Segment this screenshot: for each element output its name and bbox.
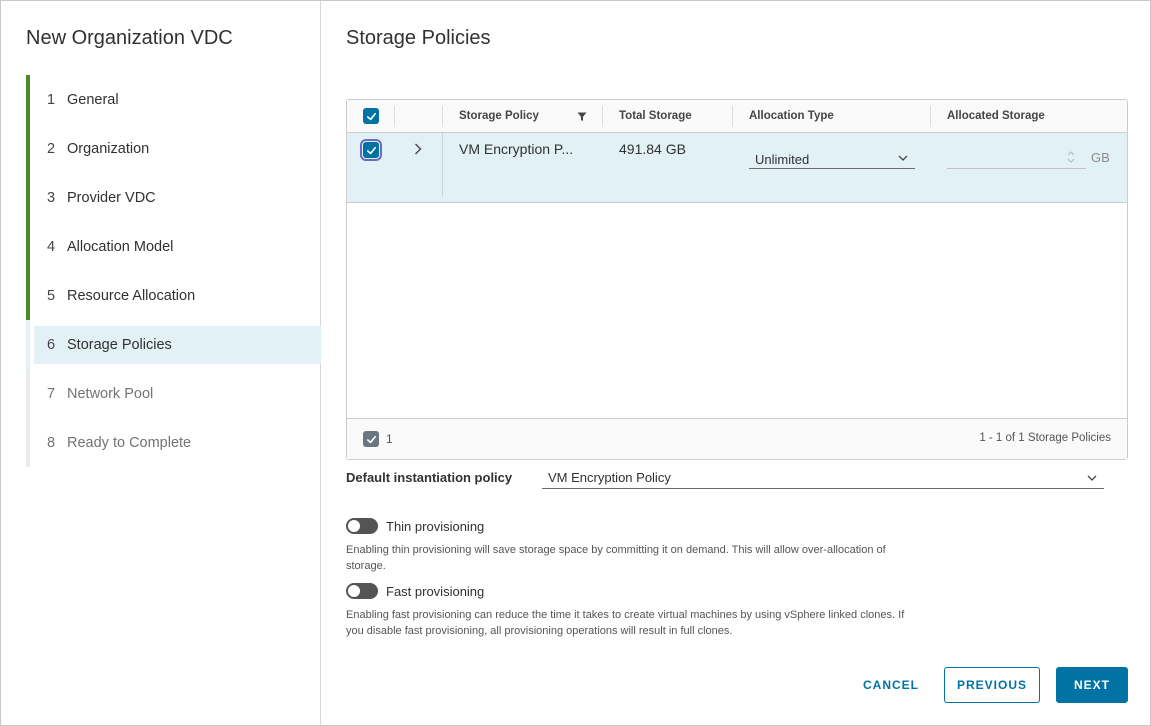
- column-header-storage-policy[interactable]: Storage Policy: [459, 100, 587, 132]
- spinner-arrows-icon[interactable]: [1066, 149, 1076, 165]
- wizard-step-organization[interactable]: 2 Organization: [26, 124, 321, 173]
- selected-count: 1: [386, 432, 393, 446]
- wizard-step-provider-vdc[interactable]: 3 Provider VDC: [26, 173, 321, 222]
- column-separator: [602, 106, 603, 127]
- wizard-nav: New Organization VDC 1 General 2 Organiz…: [1, 1, 321, 725]
- column-label: Total Storage: [619, 110, 692, 122]
- row-checkbox[interactable]: [360, 139, 382, 161]
- storage-policies-grid: Storage Policy Total Storage Allocation …: [346, 99, 1128, 460]
- select-all-checkbox[interactable]: [363, 108, 379, 124]
- thin-provisioning-label: Thin provisioning: [386, 519, 485, 534]
- step-label: General: [67, 91, 119, 108]
- wizard-step-network-pool: 7 Network Pool: [26, 369, 321, 418]
- row-separator: [442, 133, 443, 197]
- step-number: 2: [47, 140, 56, 157]
- previous-button[interactable]: PREVIOUS: [944, 667, 1040, 703]
- step-number: 7: [47, 385, 56, 402]
- chevron-right-icon: [415, 143, 422, 155]
- pagination-info: 1 - 1 of 1 Storage Policies: [979, 432, 1111, 444]
- allocation-type-select[interactable]: Unlimited: [749, 147, 915, 169]
- cancel-button[interactable]: CANCEL: [849, 667, 933, 703]
- grid-header: Storage Policy Total Storage Allocation …: [347, 100, 1127, 133]
- wizard-step-general[interactable]: 1 General: [26, 75, 321, 124]
- default-policy-value: VM Encryption Policy: [548, 470, 671, 485]
- chevron-down-icon: [1087, 475, 1097, 481]
- column-label: Allocated Storage: [947, 110, 1045, 122]
- step-number: 4: [47, 238, 56, 255]
- wizard-step-ready-to-complete: 8 Ready to Complete: [26, 418, 321, 467]
- column-separator: [930, 106, 931, 127]
- wizard-step-resource-allocation[interactable]: 5 Resource Allocation: [26, 271, 321, 320]
- step-label: Storage Policies: [67, 336, 172, 353]
- column-header-allocated-storage[interactable]: Allocated Storage: [947, 100, 1045, 132]
- step-label: Ready to Complete: [67, 434, 192, 451]
- total-storage-value: 491.84 GB: [619, 141, 686, 157]
- column-header-allocation-type[interactable]: Allocation Type: [749, 100, 834, 132]
- toggle-knob: [348, 520, 360, 532]
- grid-footer: 1 1 - 1 of 1 Storage Policies: [347, 418, 1127, 459]
- step-number: 1: [47, 91, 56, 108]
- fast-provisioning-toggle[interactable]: [346, 583, 378, 599]
- main-content: Storage Policies Storage Policy Total St…: [322, 1, 1150, 725]
- step-number: 8: [47, 434, 56, 451]
- column-label: Allocation Type: [749, 110, 834, 122]
- allocation-type-value: Unlimited: [755, 152, 810, 167]
- checkmark-icon: [366, 435, 376, 443]
- filter-icon[interactable]: [577, 112, 587, 122]
- step-number: 3: [47, 189, 56, 206]
- table-row[interactable]: VM Encryption P... 491.84 GB Unlimited G…: [347, 133, 1127, 203]
- column-label: Storage Policy: [459, 110, 539, 122]
- column-header-total-storage[interactable]: Total Storage: [619, 100, 692, 132]
- next-button[interactable]: NEXT: [1056, 667, 1128, 703]
- select-all-checkbox-cell: [363, 100, 379, 132]
- thin-provisioning-help: Enabling thin provisioning will save sto…: [346, 544, 886, 572]
- new-org-vdc-dialog: New Organization VDC 1 General 2 Organiz…: [0, 0, 1151, 726]
- step-number: 6: [47, 336, 56, 353]
- checkmark-icon: [366, 146, 376, 154]
- default-policy-select[interactable]: VM Encryption Policy: [542, 467, 1104, 489]
- column-separator: [732, 106, 733, 127]
- wizard-step-storage-policies[interactable]: 6 Storage Policies: [26, 320, 321, 369]
- page-title: Storage Policies: [346, 27, 491, 49]
- step-label: Allocation Model: [67, 238, 174, 255]
- chevron-down-icon: [898, 155, 908, 161]
- fast-provisioning-help: Enabling fast provisioning can reduce th…: [346, 609, 905, 637]
- wizard-steps: 1 General 2 Organization 3 Provider VDC …: [26, 75, 321, 467]
- row-checkbox-cell: [360, 139, 382, 161]
- column-separator: [394, 106, 395, 127]
- step-number: 5: [47, 287, 56, 304]
- fast-provisioning-label: Fast provisioning: [386, 584, 485, 599]
- step-label: Provider VDC: [67, 189, 156, 206]
- step-label: Organization: [67, 140, 150, 157]
- wizard-step-allocation-model[interactable]: 4 Allocation Model: [26, 222, 321, 271]
- step-label: Network Pool: [67, 385, 154, 402]
- column-separator: [442, 106, 443, 127]
- row-expand-button[interactable]: [413, 142, 423, 159]
- default-policy-label: Default instantiation policy: [346, 470, 513, 485]
- toggle-knob: [348, 585, 360, 597]
- allocated-storage-unit: GB: [1091, 150, 1110, 165]
- wizard-title: New Organization VDC: [26, 27, 233, 49]
- allocated-storage-input[interactable]: [947, 147, 1086, 169]
- footer-selection-checkbox: [363, 431, 379, 447]
- thin-provisioning-toggle[interactable]: [346, 518, 378, 534]
- checkmark-icon: [366, 112, 376, 120]
- storage-policy-name: VM Encryption P...: [459, 141, 574, 157]
- step-label: Resource Allocation: [67, 287, 196, 304]
